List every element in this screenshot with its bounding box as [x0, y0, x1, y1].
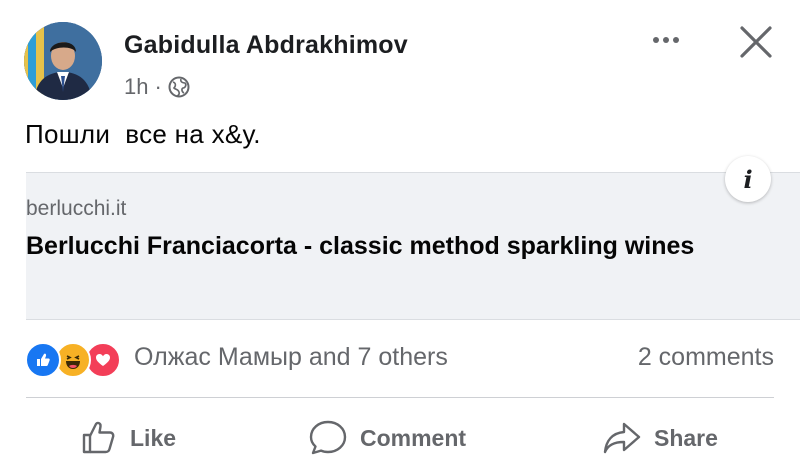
share-button[interactable]: Share [602, 416, 718, 460]
link-title[interactable]: Berlucchi Franciacorta - classic method … [26, 228, 766, 264]
share-icon [603, 422, 641, 454]
feed-post: Gabidulla Abdrakhimov 1h · Пошли все на … [0, 0, 800, 468]
more-options-button[interactable] [646, 24, 686, 56]
post-time[interactable]: 1h [124, 74, 148, 100]
link-domain: berlucchi.it [26, 197, 127, 220]
reaction-icons[interactable] [25, 342, 121, 378]
reactors-summary[interactable]: Олжас Мамыр and 7 others [134, 343, 448, 372]
divider [26, 397, 774, 398]
author-name[interactable]: Gabidulla Abdrakhimov [124, 31, 408, 60]
thumbs-up-icon [82, 421, 115, 454]
post-meta: 1h · [124, 74, 190, 100]
info-icon[interactable]: i [725, 156, 771, 202]
like-button[interactable]: Like [80, 416, 176, 460]
like-reaction-icon [25, 342, 61, 378]
post-text: Пошли все на х&у. [25, 119, 261, 149]
avatar-image [24, 22, 102, 100]
meta-separator: · [154, 74, 162, 99]
comment-button[interactable]: Comment [308, 416, 466, 460]
more-dot-icon [663, 37, 669, 43]
share-label: Share [654, 424, 718, 451]
more-dot-icon [673, 37, 679, 43]
more-dot-icon [653, 37, 659, 43]
close-icon[interactable] [734, 20, 778, 64]
comment-label: Comment [360, 424, 467, 451]
link-preview-card[interactable]: berlucchi.it Berlucchi Franciacorta - cl… [26, 172, 800, 320]
like-label: Like [130, 424, 177, 451]
comment-icon [309, 420, 347, 455]
comments-count[interactable]: 2 comments [638, 343, 774, 372]
globe-icon[interactable] [168, 76, 190, 98]
author-avatar[interactable] [24, 22, 102, 100]
